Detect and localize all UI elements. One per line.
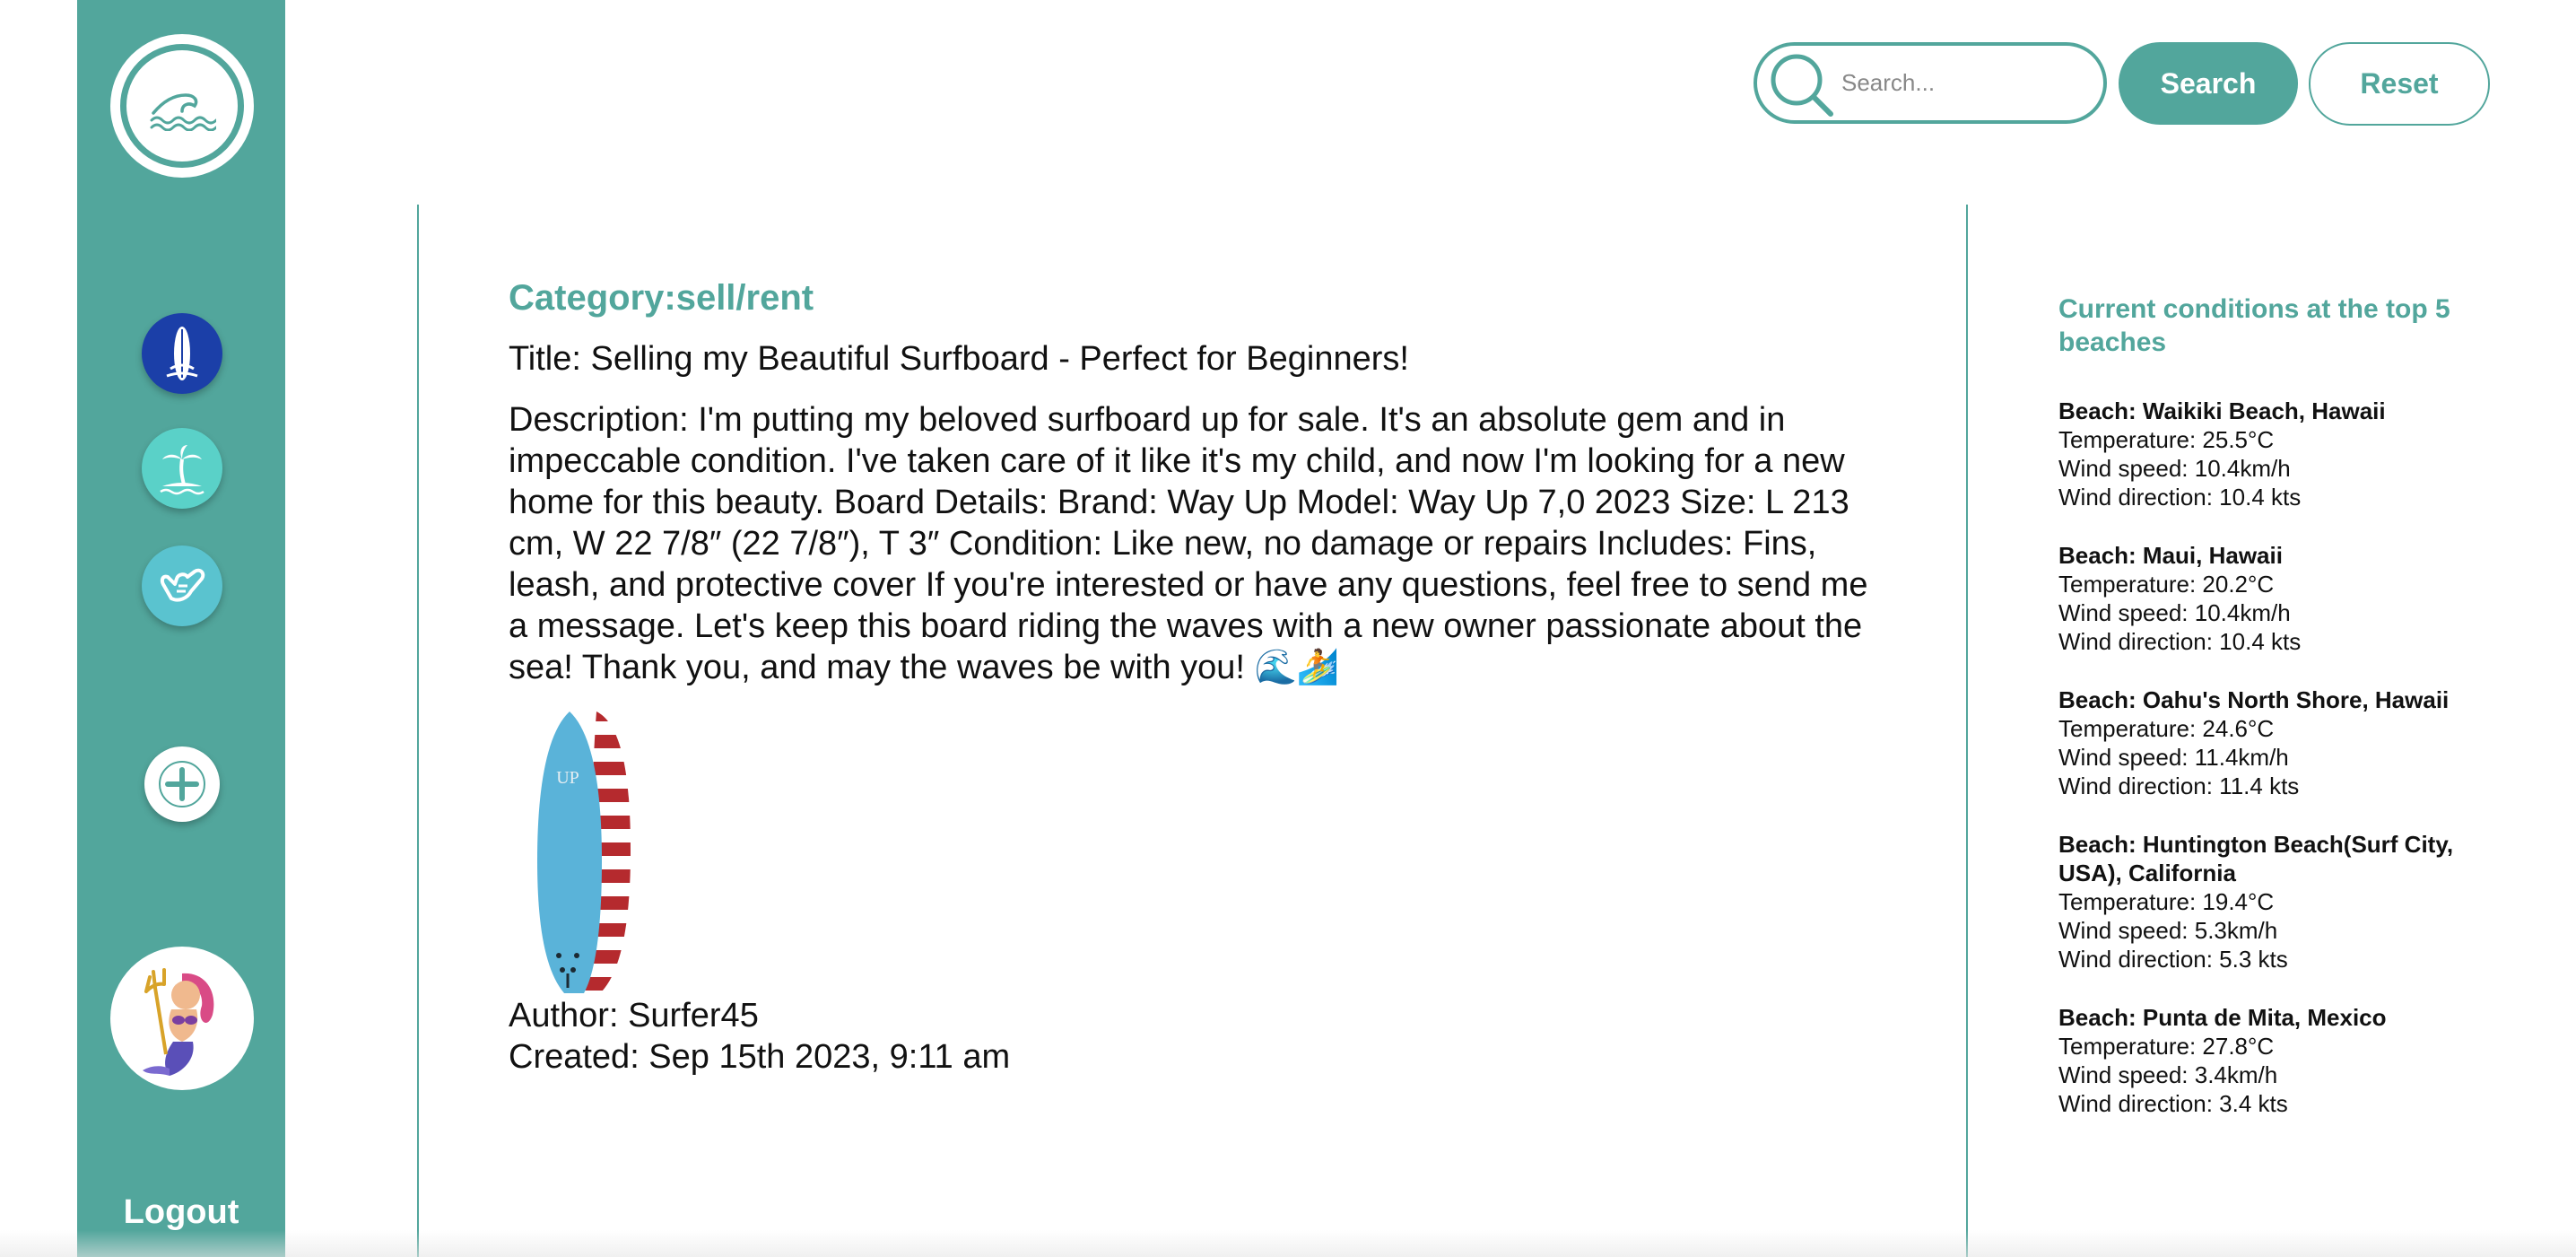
search-icon (1764, 48, 1836, 119)
search-input[interactable] (1840, 68, 2076, 98)
search-button[interactable]: Search (2119, 42, 2298, 125)
beach-wind-direction: Wind direction: 10.4 kts (2058, 628, 2302, 655)
beach-wind-speed: Wind speed: 3.4km/h (2058, 1061, 2278, 1088)
beach-temperature: Temperature: 24.6°C (2058, 715, 2275, 742)
nav-surfboard-button[interactable] (142, 313, 222, 394)
beach-name: Beach: Oahu's North Shore, Hawaii (2058, 686, 2450, 713)
beach-wind-speed: Wind speed: 10.4km/h (2058, 599, 2291, 626)
surfboard-logo-text: UP (556, 768, 579, 788)
post: Category:sell/rent Title: Selling my Bea… (509, 278, 1890, 1078)
beach-name: Beach: Punta de Mita, Mexico (2058, 1004, 2387, 1031)
mermaid-avatar-icon (143, 968, 214, 1076)
beach-temperature: Temperature: 19.4°C (2058, 888, 2275, 915)
nav-beach-button[interactable] (142, 428, 222, 509)
right-divider (1966, 205, 1968, 1257)
beach-wind-speed: Wind speed: 11.4km/h (2058, 744, 2289, 771)
logout-button[interactable]: Logout (77, 1193, 285, 1232)
plus-icon (159, 761, 205, 807)
avatar[interactable] (110, 947, 254, 1090)
beach-wind-speed: Wind speed: 5.3km/h (2058, 917, 2278, 944)
reset-button[interactable]: Reset (2309, 42, 2490, 126)
nav-shaka-button[interactable] (142, 546, 222, 626)
post-author: Author: Surfer45 (509, 997, 759, 1034)
beach-condition: Beach: Punta de Mita, Mexico Temperature… (2058, 1003, 2507, 1118)
beach-temperature: Temperature: 25.5°C (2058, 426, 2275, 453)
beach-temperature: Temperature: 20.2°C (2058, 571, 2275, 598)
palm-island-icon (160, 445, 205, 495)
beach-condition: Beach: Huntington Beach(Surf City, USA),… (2058, 830, 2507, 973)
post-created: Created: Sep 15th 2023, 9:11 am (509, 1038, 1011, 1076)
search-bar (1754, 42, 2107, 124)
beach-condition: Beach: Waikiki Beach, Hawaii Temperature… (2058, 397, 2507, 511)
conditions-title: Current conditions at the top 5 beaches (2058, 294, 2450, 357)
sidebar: Logout (77, 0, 285, 1257)
beach-wind-direction: Wind direction: 10.4 kts (2058, 484, 2302, 511)
beach-temperature: Temperature: 27.8°C (2058, 1033, 2275, 1060)
shaka-hand-icon (160, 568, 205, 602)
beach-wind-direction: Wind direction: 3.4 kts (2058, 1090, 2288, 1117)
post-title: Title: Selling my Beautiful Surfboard - … (509, 340, 1409, 378)
post-category: Category:sell/rent (509, 278, 814, 318)
page: Logout Search Reset Category:sell/rent T… (0, 0, 2576, 1257)
beach-condition: Beach: Maui, Hawaii Temperature: 20.2°C … (2058, 541, 2507, 656)
left-divider (417, 205, 419, 1257)
beach-wind-speed: Wind speed: 10.4km/h (2058, 455, 2291, 482)
add-post-button[interactable] (144, 746, 220, 822)
beach-name: Beach: Huntington Beach(Surf City, USA),… (2058, 831, 2454, 886)
conditions-panel: Current conditions at the top 5 beaches … (2058, 292, 2507, 1148)
beach-condition: Beach: Oahu's North Shore, Hawaii Temper… (2058, 685, 2507, 800)
surfboard-image[interactable]: UP (509, 708, 670, 995)
beach-wind-direction: Wind direction: 11.4 kts (2058, 773, 2300, 799)
beach-wind-direction: Wind direction: 5.3 kts (2058, 946, 2288, 973)
bottom-shadow (0, 1230, 2576, 1257)
post-description: Description: I'm putting my beloved surf… (509, 401, 1868, 686)
beach-name: Beach: Waikiki Beach, Hawaii (2058, 397, 2386, 424)
logo[interactable] (110, 34, 254, 178)
surfboard-icon (166, 327, 198, 380)
beach-name: Beach: Maui, Hawaii (2058, 542, 2283, 569)
wave-logo-icon (120, 44, 244, 168)
